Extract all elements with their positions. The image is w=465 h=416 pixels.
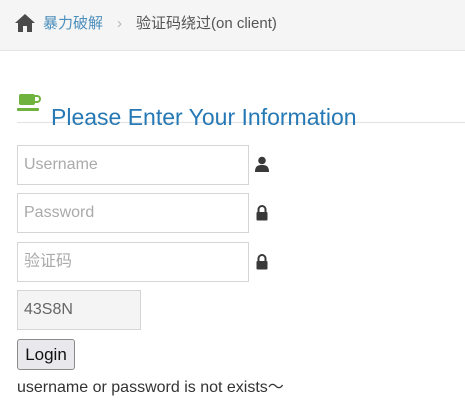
form-header: Please Enter Your Information	[17, 84, 465, 130]
user-icon	[255, 156, 269, 172]
breadcrumb-home-link[interactable]: 暴力破解	[43, 15, 103, 33]
coffee-icon	[17, 94, 41, 111]
captcha-code[interactable]: 43S8N	[17, 290, 141, 330]
lock-icon	[256, 254, 268, 270]
lock-icon	[256, 205, 268, 221]
home-icon[interactable]	[14, 13, 36, 33]
breadcrumb-separator: ›	[117, 15, 122, 32]
username-input[interactable]	[17, 145, 249, 185]
breadcrumb-current: 验证码绕过(on client)	[136, 15, 277, 32]
login-button[interactable]: Login	[17, 339, 75, 370]
error-message: username or password is not exists～	[17, 379, 284, 396]
breadcrumb: 暴力破解 › 验证码绕过(on client)	[0, 0, 465, 51]
password-input[interactable]	[17, 193, 249, 233]
captcha-input[interactable]	[17, 242, 249, 282]
page-title: Please Enter Your Information	[51, 104, 357, 131]
